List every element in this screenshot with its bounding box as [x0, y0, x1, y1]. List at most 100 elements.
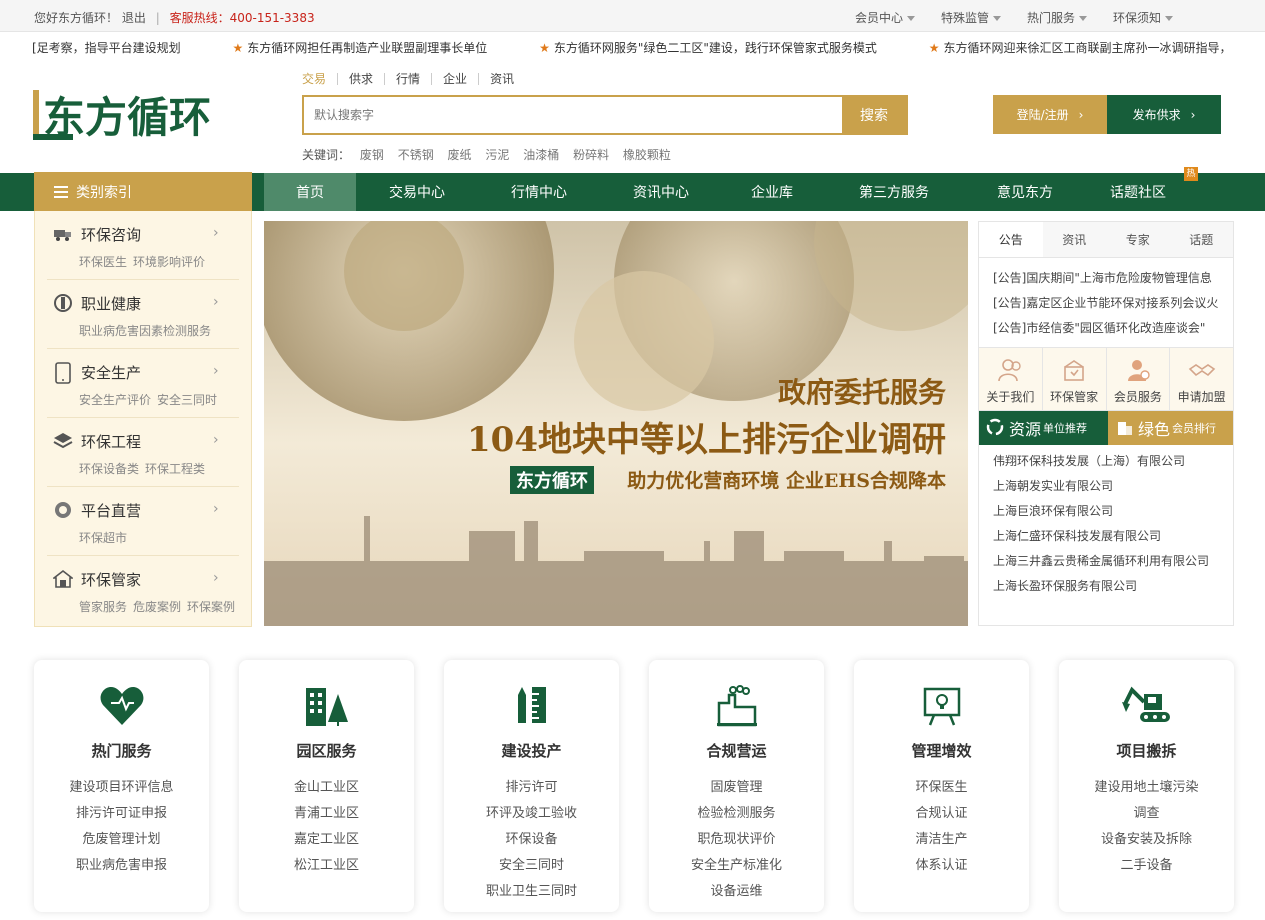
- card-link[interactable]: 金山工业区: [239, 775, 414, 801]
- notice-item[interactable]: [公告]市经信委"园区循环化改造座谈会": [993, 316, 1233, 341]
- category-item-occupational-health[interactable]: 职业健康 › 职业病危害因素检测服务: [47, 280, 239, 349]
- card-link[interactable]: 松江工业区: [239, 853, 414, 879]
- publish-supply-button[interactable]: 发布供求 ›: [1107, 95, 1221, 134]
- company-item[interactable]: 上海巨浪环保有限公司: [993, 499, 1233, 524]
- card-link[interactable]: 固废管理: [649, 775, 824, 801]
- category-sub-link[interactable]: 管家服务: [79, 600, 127, 614]
- nav-news-center[interactable]: 资讯中心: [600, 173, 722, 211]
- card-link[interactable]: 建设用地土壤污染: [1059, 775, 1234, 801]
- notice-item[interactable]: [公告]国庆期间"上海市危险废物管理信息: [993, 266, 1233, 291]
- ticker-item[interactable]: 东方循环网服务"绿色二工区"建设，践行环保管家式服务模式: [554, 41, 877, 55]
- category-sub-link[interactable]: 环保设备类: [79, 462, 139, 476]
- ticker-item[interactable]: 东方循环网担任再制造产业联盟副理事长单位: [247, 41, 487, 55]
- keyword-link[interactable]: 废钢: [360, 148, 384, 162]
- tab-news[interactable]: 资讯: [1043, 222, 1107, 257]
- category-item-platform-direct[interactable]: 平台直营 › 环保超市: [47, 487, 239, 556]
- menu-env-notice[interactable]: 环保须知: [1113, 9, 1173, 26]
- search-tab-supply[interactable]: 供求: [337, 73, 384, 85]
- keyword-link[interactable]: 粉碎料: [573, 148, 609, 162]
- search-tab-trade[interactable]: 交易: [302, 73, 337, 85]
- category-sub-link[interactable]: 安全生产评价: [79, 393, 151, 407]
- logout-link[interactable]: 退出: [122, 11, 146, 25]
- nav-home[interactable]: 首页: [264, 173, 356, 211]
- card-link[interactable]: 体系认证: [854, 853, 1029, 879]
- card-link[interactable]: 安全三同时: [444, 853, 619, 879]
- company-item[interactable]: 伟翔环保科技发展（上海）有限公司: [993, 449, 1233, 474]
- card-link[interactable]: 危废管理计划: [34, 827, 209, 853]
- quick-about-us[interactable]: 关于我们: [979, 348, 1042, 410]
- card-link[interactable]: 建设项目环评信息: [34, 775, 209, 801]
- card-link[interactable]: 排污许可: [444, 775, 619, 801]
- keyword-link[interactable]: 橡胶颗粒: [623, 148, 671, 162]
- category-item-env-engineering[interactable]: 环保工程 › 环保设备类 环保工程类: [47, 418, 239, 487]
- nav-feedback[interactable]: 意见东方: [966, 173, 1084, 211]
- tab-resource-recommend[interactable]: 资源 单位推荐: [979, 411, 1108, 445]
- card-link[interactable]: 合规认证: [854, 801, 1029, 827]
- ticker-item[interactable]: 东方循环网迎来徐汇区工商联副主席孙一冰调研指导，: [944, 41, 1232, 55]
- nav-company-db[interactable]: 企业库: [722, 173, 822, 211]
- login-register-button[interactable]: 登陆/注册 ›: [993, 95, 1107, 134]
- card-link[interactable]: 排污许可证申报: [34, 801, 209, 827]
- ticker-item[interactable]: [足考察，指导平台建设规划: [32, 41, 181, 55]
- card-link[interactable]: 安全生产标准化: [649, 853, 824, 879]
- quick-env-steward[interactable]: 环保管家: [1041, 348, 1106, 410]
- category-sub-link[interactable]: 职业病危害因素检测服务: [79, 324, 211, 338]
- nav-market-center[interactable]: 行情中心: [478, 173, 600, 211]
- category-item-safety-production[interactable]: 安全生产 › 安全生产评价 安全三同时: [47, 349, 239, 418]
- keyword-link[interactable]: 油漆桶: [523, 148, 559, 162]
- category-sub-link[interactable]: 环境影响评价: [133, 255, 205, 269]
- quick-member-service[interactable]: 会员服务: [1105, 348, 1170, 410]
- tab-topic[interactable]: 话题: [1170, 222, 1234, 257]
- category-sub-link[interactable]: 环保医生: [79, 255, 127, 269]
- hero-banner[interactable]: 政府委托服务 104地块中等以上排污企业调研 东方循环 助力优化营商环境 企业E…: [264, 221, 968, 626]
- site-logo[interactable]: 东方循环: [33, 82, 223, 146]
- card-link[interactable]: 嘉定工业区: [239, 827, 414, 853]
- card-link[interactable]: 青浦工业区: [239, 801, 414, 827]
- top-bar-left: 您好东方循环！ 退出 | 客服热线：400-151-3383: [34, 11, 315, 25]
- nav-trade-center[interactable]: 交易中心: [356, 173, 478, 211]
- category-item-env-steward[interactable]: 环保管家 › 管家服务 危废案例 环保案例: [47, 556, 239, 625]
- tab-announcement[interactable]: 公告: [979, 222, 1043, 257]
- card-link[interactable]: 职业卫生三同时: [444, 879, 619, 905]
- right-tabs: 公告 资讯 专家 话题: [979, 222, 1233, 258]
- notice-item[interactable]: [公告]嘉定区企业节能环保对接系列会议火: [993, 291, 1233, 316]
- card-link[interactable]: 环保医生: [854, 775, 1029, 801]
- search-tab-news[interactable]: 资讯: [478, 73, 525, 85]
- quick-apply-join[interactable]: 申请加盟: [1169, 348, 1233, 410]
- search-tab-market[interactable]: 行情: [384, 73, 431, 85]
- category-item-env-consult[interactable]: 环保咨询 › 环保医生 环境影响评价: [47, 211, 239, 280]
- keyword-link[interactable]: 废纸: [448, 148, 472, 162]
- category-sub-link[interactable]: 环保超市: [79, 531, 127, 545]
- card-link[interactable]: 调查: [1059, 801, 1234, 827]
- card-link[interactable]: 职业病危害申报: [34, 853, 209, 879]
- keyword-link[interactable]: 污泥: [485, 148, 509, 162]
- card-link[interactable]: 职危现状评价: [649, 827, 824, 853]
- nav-third-party[interactable]: 第三方服务: [822, 173, 966, 211]
- category-sub-link[interactable]: 环保案例: [187, 600, 235, 614]
- card-link[interactable]: 环保设备: [444, 827, 619, 853]
- menu-special-supervision[interactable]: 特殊监管: [941, 9, 1001, 26]
- keyword-link[interactable]: 不锈钢: [398, 148, 434, 162]
- tab-expert[interactable]: 专家: [1106, 222, 1170, 257]
- company-item[interactable]: 上海长盈环保服务有限公司: [993, 574, 1233, 599]
- tab-green-member-ranking[interactable]: 绿色 会员排行: [1108, 411, 1233, 445]
- menu-member-center[interactable]: 会员中心: [855, 9, 915, 26]
- category-sub-link[interactable]: 危废案例: [133, 600, 181, 614]
- search-button[interactable]: 搜索: [842, 97, 906, 133]
- card-link[interactable]: 设备运维: [649, 879, 824, 905]
- nav-topic-community[interactable]: 话题社区热: [1084, 167, 1198, 211]
- search-tab-company[interactable]: 企业: [431, 73, 478, 85]
- company-item[interactable]: 上海朝发实业有限公司: [993, 474, 1233, 499]
- category-sub-link[interactable]: 环保工程类: [145, 462, 205, 476]
- card-link[interactable]: 检验检测服务: [649, 801, 824, 827]
- card-link[interactable]: 二手设备: [1059, 853, 1234, 879]
- company-item[interactable]: 上海仁盛环保科技发展有限公司: [993, 524, 1233, 549]
- card-link[interactable]: 设备安装及拆除: [1059, 827, 1234, 853]
- card-link[interactable]: 清洁生产: [854, 827, 1029, 853]
- category-index-button[interactable]: 类别索引: [34, 172, 252, 211]
- search-input[interactable]: [304, 97, 842, 133]
- card-link[interactable]: 环评及竣工验收: [444, 801, 619, 827]
- company-item[interactable]: 上海三井鑫云贵稀金属循环利用有限公司: [993, 549, 1233, 574]
- menu-hot-services[interactable]: 热门服务: [1027, 9, 1087, 26]
- category-sub-link[interactable]: 安全三同时: [157, 393, 217, 407]
